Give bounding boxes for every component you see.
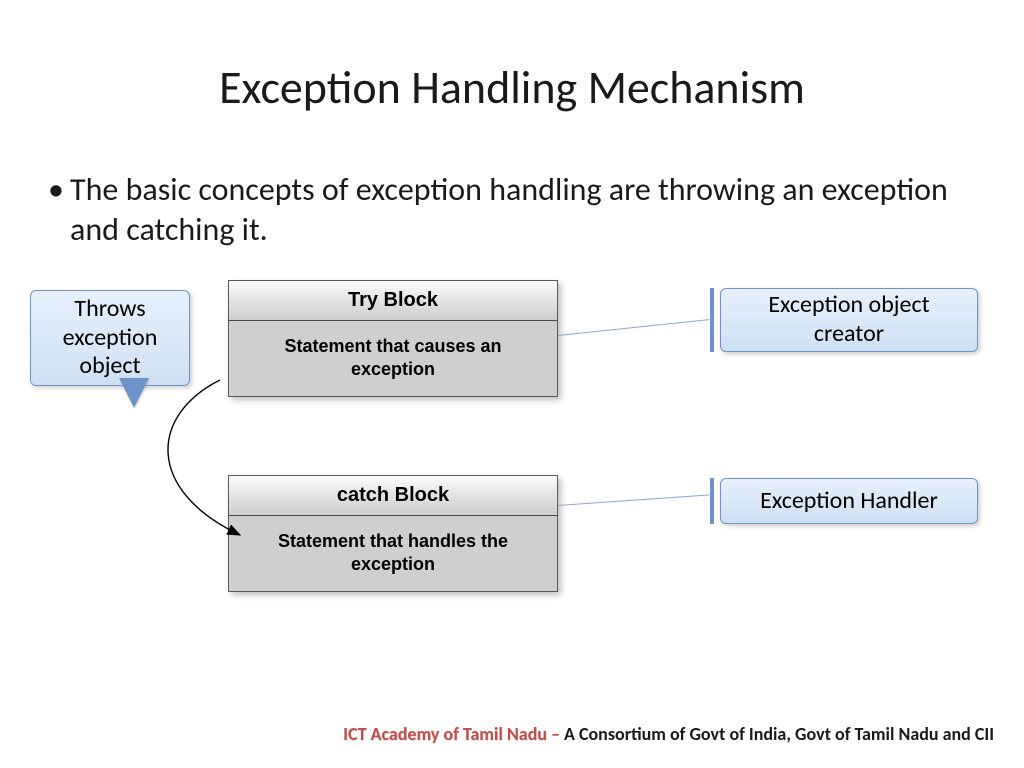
vertical-bar-icon xyxy=(710,288,714,352)
box-exception-handler: Exception Handler xyxy=(720,478,978,524)
slide-title: Exception Handling Mechanism xyxy=(0,60,1024,116)
vertical-bar-icon xyxy=(710,478,714,524)
footer-rest: A Consortium of Govt of India, Govt of T… xyxy=(564,723,994,745)
bullet-text: The basic concepts of exception handling… xyxy=(70,170,964,250)
connector-line xyxy=(558,494,710,506)
try-block-header: Try Block xyxy=(229,281,557,321)
callout-throws-exception: Throws exception object xyxy=(30,290,190,386)
connector-line xyxy=(558,319,709,336)
box-exception-creator: Exception object creator xyxy=(720,288,978,352)
arrow-curve-icon xyxy=(140,380,300,550)
footer-org: ICT Academy of Tamil Nadu – xyxy=(343,723,564,745)
footer-credit: ICT Academy of Tamil Nadu – A Consortium… xyxy=(343,722,994,746)
